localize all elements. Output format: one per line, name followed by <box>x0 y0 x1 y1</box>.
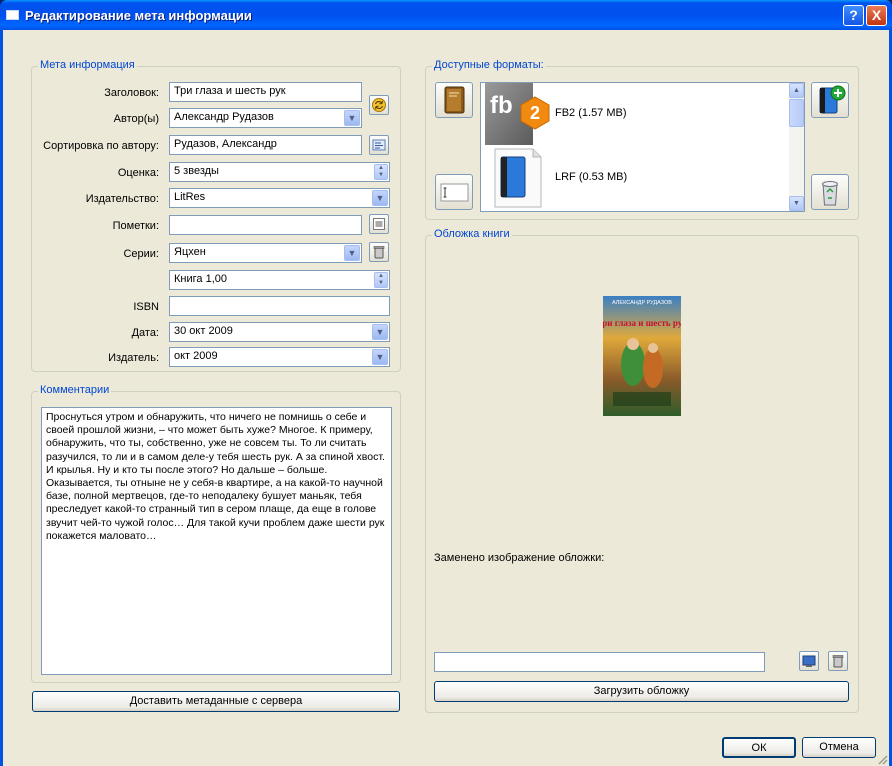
edit-tags-button[interactable] <box>369 214 389 234</box>
remove-format-button[interactable] <box>811 174 849 210</box>
cover-status-text: Заменено изображение обложки: <box>434 552 605 564</box>
add-format-button[interactable] <box>811 82 849 118</box>
auto-sort-icon <box>372 139 386 151</box>
isbn-label: ISBN <box>133 301 159 313</box>
cover-group-label: Обложка книги <box>432 228 512 240</box>
series-index-value: Книга 1,00 <box>174 273 227 285</box>
tags-input[interactable] <box>169 215 362 235</box>
date-value: 30 окт 2009 <box>174 325 233 337</box>
series-index-spinbox[interactable]: Книга 1,00 ▲ ▼ <box>169 270 390 290</box>
formats-scrollbar[interactable]: ▲ ▼ <box>789 83 804 211</box>
sort-author-input[interactable]: Рудазов, Александр <box>169 135 362 155</box>
list-item[interactable]: fb 2 FB2 (1.57 MB) <box>485 83 785 145</box>
sort-author-label: Сортировка по автору: <box>43 140 159 152</box>
series-value: Яцхен <box>174 246 206 258</box>
chevron-down-icon[interactable]: ▼ <box>344 110 360 126</box>
title-value: Три глаза и шесть рук <box>174 85 286 97</box>
ok-label: ОК <box>751 742 767 754</box>
monitor-icon <box>802 655 816 667</box>
swap-icon <box>372 98 386 112</box>
chevron-down-icon[interactable]: ▼ <box>372 324 388 340</box>
format-label-fb2: FB2 (1.57 MB) <box>555 107 627 119</box>
cover-path-input[interactable] <box>434 652 765 672</box>
ok-button[interactable]: ОК <box>722 737 796 758</box>
book-icon <box>444 86 465 114</box>
dialog-window: Редактирование мета информации ? X Мета … <box>0 0 892 766</box>
save-format-button[interactable] <box>435 82 473 118</box>
title-input[interactable]: Три глаза и шесть рук <box>169 82 362 102</box>
fb2-logo-text: fb <box>490 92 513 119</box>
add-book-icon <box>819 85 846 114</box>
publisher-combobox[interactable]: LitRes ▼ <box>169 188 390 208</box>
close-button[interactable]: X <box>866 5 887 26</box>
fb2-icon: fb 2 <box>485 83 550 145</box>
cancel-label: Отмена <box>819 741 859 753</box>
publisher-value: LitRes <box>174 191 206 203</box>
author-label: Автор(ы) <box>113 113 159 125</box>
sort-author-value: Рудазов, Александр <box>174 138 277 150</box>
cover-title-text: Три глаза и шесть рук <box>603 318 681 328</box>
auto-sort-button[interactable] <box>369 135 389 155</box>
cover-author-text: АЛЕКСАНДР РУДАЗОВ <box>612 300 672 306</box>
recycle-bin-icon <box>822 181 838 206</box>
window-icon <box>6 10 19 20</box>
swap-title-author-button[interactable] <box>369 95 389 115</box>
browse-cover-button[interactable] <box>799 651 819 671</box>
scroll-thumb[interactable] <box>789 99 804 127</box>
spin-arrows-icon[interactable]: ▲ ▼ <box>374 164 388 180</box>
pubdate-value: окт 2009 <box>174 350 218 362</box>
cover-image: АЛЕКСАНДР РУДАЗОВ Три глаза и шесть рук <box>603 296 681 416</box>
formats-list[interactable]: fb 2 FB2 (1.57 MB) LRF (0.53 MB) ▲ ▼ <box>480 82 805 212</box>
resize-grip-icon[interactable] <box>876 753 888 765</box>
chevron-down-icon[interactable]: ▼ <box>344 245 360 261</box>
comments-textarea[interactable]: Проснуться утром и обнаружить, что ничег… <box>41 407 392 675</box>
list-item[interactable]: LRF (0.53 MB) <box>485 147 785 209</box>
formats-group-label: Доступные форматы: <box>432 59 546 71</box>
fetch-metadata-button[interactable]: Доставить метаданные с сервера <box>32 691 400 712</box>
scroll-up-icon[interactable]: ▲ <box>789 83 804 98</box>
meta-group-label: Мета информация <box>38 59 137 71</box>
tags-label: Пометки: <box>112 220 159 232</box>
rating-value: 5 звезды <box>174 165 219 177</box>
title-bar[interactable]: Редактирование мета информации ? X <box>0 0 892 30</box>
rating-spinbox[interactable]: 5 звезды ▲ ▼ <box>169 162 390 182</box>
chevron-down-icon[interactable]: ▼ <box>372 349 388 365</box>
author-value: Александр Рудазов <box>174 111 274 123</box>
fb2-badge-text: 2 <box>530 103 540 123</box>
isbn-input[interactable] <box>169 296 390 316</box>
author-combobox[interactable]: Александр Рудазов ▼ <box>169 108 362 128</box>
date-edit[interactable]: 30 окт 2009 ▼ <box>169 322 390 342</box>
date-label: Дата: <box>131 327 159 339</box>
load-cover-label: Загрузить обложку <box>593 685 690 697</box>
pubdate-label: Издатель: <box>108 352 159 364</box>
format-label-lrf: LRF (0.53 MB) <box>555 171 628 183</box>
dialog-client: Мета информация Заголовок: Три глаза и ш… <box>3 30 889 766</box>
title-label: Заголовок: <box>104 87 159 99</box>
help-button[interactable]: ? <box>843 5 864 26</box>
publisher-label: Издательство: <box>85 193 159 205</box>
scroll-down-icon[interactable]: ▼ <box>789 196 804 211</box>
cancel-button[interactable]: Отмена <box>802 737 876 758</box>
comments-group-label: Комментарии <box>38 384 112 396</box>
comments-text: Проснуться утром и обнаружить, что ничег… <box>46 411 385 542</box>
set-cover-from-format-button[interactable] <box>435 174 473 210</box>
rating-label: Оценка: <box>117 167 159 179</box>
load-cover-button[interactable]: Загрузить обложку <box>434 681 849 702</box>
pubdate-edit[interactable]: окт 2009 ▼ <box>169 347 390 367</box>
window-title: Редактирование мета информации <box>25 8 252 23</box>
chevron-down-icon[interactable]: ▼ <box>372 190 388 206</box>
text-cursor-icon <box>440 183 469 202</box>
remove-series-button[interactable] <box>369 242 389 262</box>
reset-cover-button[interactable] <box>828 651 848 671</box>
lrf-book-icon <box>494 148 542 208</box>
series-label: Серии: <box>123 248 159 260</box>
tag-list-icon <box>373 218 385 230</box>
series-combobox[interactable]: Яцхен ▼ <box>169 243 362 263</box>
spin-arrows-icon[interactable]: ▲ ▼ <box>374 272 388 288</box>
trash-icon <box>832 655 844 668</box>
fetch-metadata-label: Доставить метаданные с сервера <box>129 695 303 707</box>
trash-icon <box>373 246 385 259</box>
